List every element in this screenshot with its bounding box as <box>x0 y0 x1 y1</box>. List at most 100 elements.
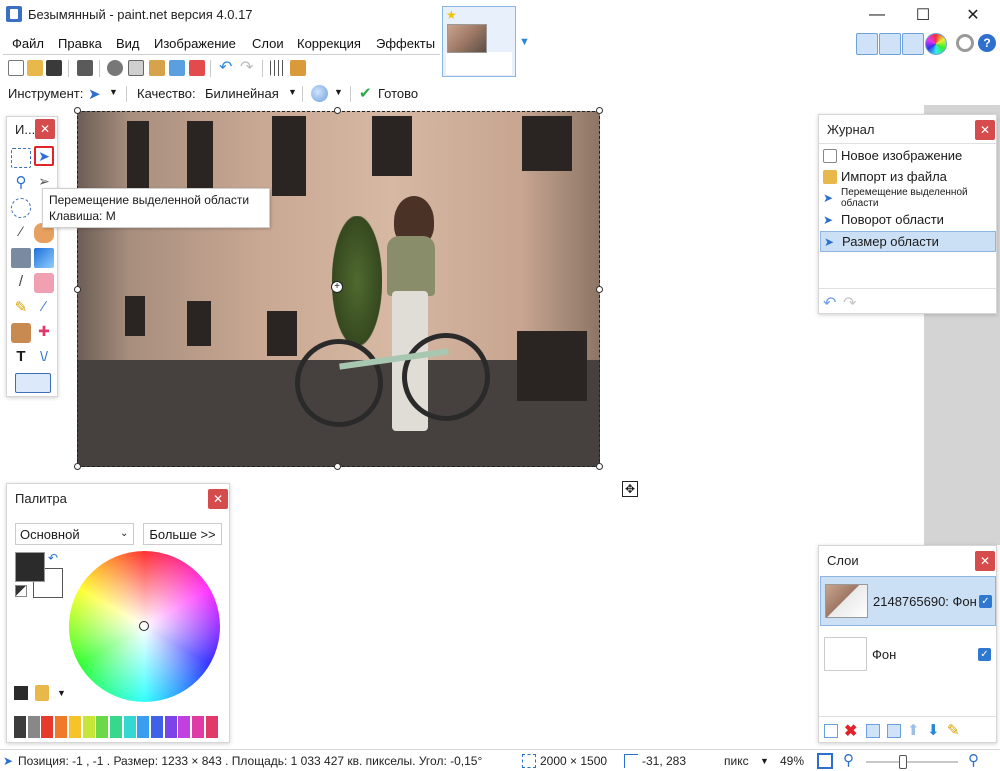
paste-icon[interactable] <box>149 60 165 76</box>
zoom-out-icon[interactable]: ⚲ <box>843 751 854 769</box>
history-undo-icon[interactable]: ↶ <box>823 293 836 313</box>
zoom-slider-thumb[interactable] <box>899 755 907 769</box>
zoom-slider-track[interactable] <box>866 761 958 763</box>
selection-handle[interactable] <box>74 463 81 470</box>
rectangle-select-tool-icon[interactable] <box>11 148 31 168</box>
save-icon[interactable] <box>46 60 62 76</box>
palette-swatch[interactable] <box>41 716 54 738</box>
color-wheel-cursor[interactable] <box>139 621 149 631</box>
units-dropdown-icon[interactable]: ▼ <box>760 756 769 766</box>
colors-toggle-icon[interactable] <box>925 33 947 55</box>
zoom-level[interactable]: 49% <box>780 754 804 768</box>
history-panel-close-button[interactable]: ✕ <box>975 120 995 140</box>
palette-mode-select[interactable]: Основной <box>15 523 134 545</box>
crop-icon[interactable] <box>169 60 185 76</box>
menu-edit[interactable]: Правка <box>56 36 104 51</box>
palette-swatch[interactable] <box>137 716 150 738</box>
palette-swatch[interactable] <box>123 716 136 738</box>
gradient-tool-icon[interactable] <box>34 248 54 268</box>
palette-swatch[interactable] <box>109 716 122 738</box>
move-layer-down-icon[interactable]: ⬇ <box>927 721 940 739</box>
tool-dropdown-icon[interactable]: ▼ <box>109 87 118 97</box>
palette-swatch[interactable] <box>96 716 109 738</box>
history-item-selected[interactable]: ➤ Размер области <box>820 231 996 252</box>
selection-handle[interactable] <box>334 107 341 114</box>
history-item[interactable]: ➤ Поворот области <box>820 209 996 230</box>
selection-handle[interactable] <box>596 286 603 293</box>
magic-wand-tool-icon[interactable]: ⁄ <box>11 223 31 243</box>
paintbrush-tool-icon[interactable]: / <box>11 273 31 293</box>
history-redo-icon[interactable]: ↷ <box>843 293 856 313</box>
minimize-button[interactable]: — <box>854 0 900 30</box>
done-button[interactable]: Готово <box>378 86 418 101</box>
zoom-tool-icon[interactable]: ⚲ <box>11 173 31 193</box>
recolor-tool-icon[interactable]: ✚ <box>34 323 54 343</box>
help-icon[interactable]: ? <box>978 34 996 52</box>
undo-icon[interactable]: ↶ <box>219 60 235 76</box>
history-item[interactable]: Импорт из файла <box>820 166 996 187</box>
palette-swatch[interactable] <box>27 716 40 738</box>
open-icon[interactable] <box>27 60 43 76</box>
palette-menu-dropdown-icon[interactable]: ▼ <box>57 688 66 698</box>
menu-effects[interactable]: Эффекты <box>374 36 437 51</box>
zoom-to-window-icon[interactable] <box>817 753 833 769</box>
palette-menu-icon[interactable] <box>35 685 49 701</box>
palette-swatch[interactable] <box>164 716 177 738</box>
move-layer-up-icon[interactable]: ⬆ <box>907 721 920 739</box>
layer-row[interactable]: Фон ✓ <box>820 630 996 680</box>
antialiasing-dropdown-icon[interactable]: ▼ <box>334 87 343 97</box>
redo-icon[interactable]: ↷ <box>240 60 256 76</box>
primary-color-swatch[interactable] <box>15 552 45 582</box>
add-color-icon[interactable] <box>14 686 28 700</box>
menu-image[interactable]: Изображение <box>152 36 238 51</box>
tab-dropdown-icon[interactable]: ▼ <box>519 36 530 48</box>
antialiasing-icon[interactable] <box>311 85 328 102</box>
history-item[interactable]: Новое изображение <box>820 145 996 166</box>
menu-file[interactable]: Файл <box>10 36 46 51</box>
delete-layer-icon[interactable]: ✖ <box>844 721 857 741</box>
quality-select[interactable]: Билинейная <box>205 86 279 101</box>
layers-panel-close-button[interactable]: ✕ <box>975 551 995 571</box>
add-layer-icon[interactable] <box>824 724 838 738</box>
palette-swatch[interactable] <box>14 716 26 738</box>
history-item[interactable]: ➤ Перемещение выделенной области <box>820 187 996 209</box>
menu-layers[interactable]: Слои <box>250 36 286 51</box>
units-select[interactable]: пикс <box>724 754 749 768</box>
close-button[interactable]: ✕ <box>950 0 996 30</box>
layer-visibility-checkbox[interactable]: ✓ <box>978 648 991 661</box>
deselect-icon[interactable] <box>189 60 205 76</box>
reset-colors-icon[interactable] <box>15 585 27 597</box>
move-selection-tool-icon[interactable]: ➤ <box>88 85 101 103</box>
more-colors-button[interactable]: Больше >> <box>143 523 222 545</box>
selection-handle[interactable] <box>334 463 341 470</box>
copy-icon[interactable] <box>128 60 144 76</box>
selection-handle[interactable] <box>74 107 81 114</box>
grid-icon[interactable] <box>270 60 286 76</box>
move-selection-tool-icon[interactable]: ➤ <box>34 146 54 166</box>
shapes-tool-icon[interactable] <box>15 373 51 393</box>
palette-swatch[interactable] <box>55 716 68 738</box>
selection-handle[interactable] <box>74 286 81 293</box>
swap-colors-icon[interactable]: ↶ <box>48 551 58 565</box>
layer-visibility-checkbox[interactable]: ✓ <box>979 595 992 608</box>
settings-gear-icon[interactable] <box>956 34 974 52</box>
tools-panel-close-button[interactable]: ✕ <box>35 119 55 139</box>
duplicate-layer-icon[interactable] <box>866 724 880 738</box>
menu-adjustments[interactable]: Коррекция <box>295 36 363 51</box>
palette-swatch[interactable] <box>192 716 205 738</box>
color-picker-tool-icon[interactable]: ⁄ <box>34 298 54 318</box>
palette-panel-close-button[interactable]: ✕ <box>208 489 228 509</box>
quality-dropdown-icon[interactable]: ▼ <box>288 87 297 97</box>
zoom-in-icon[interactable]: ⚲ <box>968 751 979 769</box>
merge-layer-down-icon[interactable] <box>887 724 901 738</box>
layer-row-selected[interactable]: 2148765690: Фон ✓ <box>820 576 996 626</box>
layer-properties-icon[interactable]: ✎ <box>947 721 960 739</box>
rotation-center-handle[interactable]: + <box>331 281 343 293</box>
pencil-tool-icon[interactable]: ✎ <box>11 298 31 318</box>
history-toggle-icon[interactable] <box>879 33 901 55</box>
clone-stamp-tool-icon[interactable] <box>11 323 31 343</box>
selection-handle[interactable] <box>596 463 603 470</box>
tools-toggle-icon[interactable] <box>856 33 878 55</box>
menu-view[interactable]: Вид <box>114 36 142 51</box>
cut-icon[interactable] <box>107 60 123 76</box>
